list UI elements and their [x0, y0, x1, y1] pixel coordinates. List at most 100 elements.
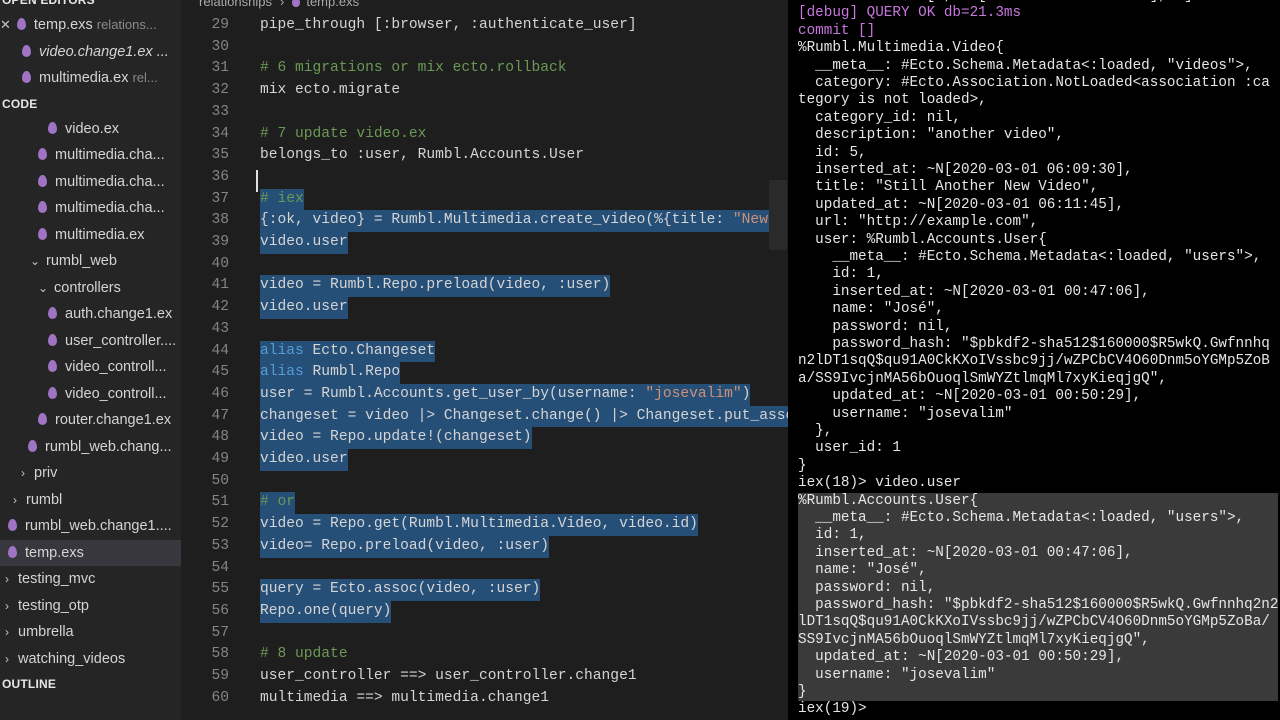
code-line[interactable]: 32 mix ecto.migrate	[181, 80, 788, 102]
elixir-file-icon	[38, 174, 47, 187]
breadcrumb-folder[interactable]: relationships	[199, 0, 272, 9]
breadcrumb-file[interactable]: temp.exs	[306, 0, 359, 9]
code-line[interactable]: 52 video = Repo.get(Rumbl.Multimedia.Vide…	[181, 514, 788, 536]
tree-item[interactable]: › umbrella	[0, 619, 181, 646]
tree-item[interactable]: router.change1.ex	[0, 407, 181, 434]
tree-item-label: multimedia.ex	[55, 226, 145, 243]
code-line[interactable]: 59 user_controller ==> user_controller.ch…	[181, 666, 788, 688]
chevron-right-icon[interactable]: ›	[8, 487, 22, 514]
code-line[interactable]: 49 video.user	[181, 449, 788, 471]
tree-item[interactable]: › watching_videos	[0, 646, 181, 673]
code-line[interactable]: 54	[181, 558, 788, 580]
code-text: video= Repo.preload(video, :user)	[260, 535, 550, 558]
tree-item-label: auth.change1.ex	[65, 306, 173, 322]
tree-item[interactable]: ⌄ controllers	[0, 275, 181, 302]
code-line[interactable]: 40	[181, 254, 788, 276]
open-editors-header[interactable]: OPEN EDITORS	[0, 0, 181, 12]
code-line[interactable]: 41 video = Rumbl.Repo.preload(video, :use…	[181, 275, 788, 298]
chevron-right-icon[interactable]: ›	[0, 619, 14, 646]
terminal-line: description: "another video",	[798, 127, 1064, 144]
line-number: 34	[211, 125, 229, 142]
code-line[interactable]: 39 video.user	[181, 232, 788, 254]
code-folder-header[interactable]: CODE	[0, 92, 181, 116]
tree-item[interactable]: multimedia.cha...	[0, 195, 181, 222]
outline-header[interactable]: OUTLINE	[0, 672, 181, 696]
code-line[interactable]: 33	[181, 102, 788, 124]
tree-item[interactable]: rumbl_web.chang...	[0, 434, 181, 461]
tree-item[interactable]: ⌄ rumbl_web	[0, 248, 181, 275]
close-icon[interactable]: ✕	[0, 17, 11, 32]
terminal-line: }	[798, 457, 807, 474]
code-comment: # 7 update video.ex	[260, 125, 427, 142]
code-text: mix ecto.migrate	[260, 82, 401, 99]
code-line[interactable]: 44 alias Ecto.Changeset	[181, 340, 788, 363]
open-editor-label: temp.exs	[33, 17, 93, 33]
code-line[interactable]: 55 query = Ecto.assoc(video, :user)	[181, 579, 788, 601]
line-number: 39	[211, 234, 229, 250]
code-line[interactable]: 60 multimedia ==> multimedia.change1	[181, 688, 788, 710]
code-line[interactable]: 30	[181, 37, 788, 59]
code-line[interactable]: 31 # 6 migrations or mix ecto.rollback	[181, 58, 788, 80]
tree-item-label: testing_otp	[18, 597, 89, 614]
code-line[interactable]: 29 pipe_through [:browser, :authenticate_…	[181, 15, 788, 37]
terminal-line: commit []	[798, 22, 876, 39]
code-line[interactable]: 45 alias Rumbl.Repo	[181, 362, 788, 384]
code-line[interactable]: 57	[181, 623, 788, 645]
tree-item[interactable]: auth.change1.ex	[0, 301, 181, 328]
code-comment: # 8 update	[260, 646, 348, 663]
tree-item[interactable]: video_controll...	[0, 381, 181, 408]
tree-item[interactable]: user_controller....	[0, 328, 181, 355]
code-line[interactable]: 50	[181, 471, 788, 493]
open-editor-item[interactable]: ✕ temp.exs relations...	[0, 12, 181, 39]
chevron-right-icon[interactable]: ›	[0, 593, 14, 620]
elixir-file-icon	[22, 71, 31, 83]
terminal-line: updated_at: ~N[2020-03-01 00:50:29],	[798, 649, 1278, 667]
code-line[interactable]: 43	[181, 319, 788, 341]
tree-item-label: temp.exs	[25, 544, 84, 561]
terminal-line: }	[798, 684, 1278, 702]
tree-item[interactable]: › testing_mvc	[0, 566, 181, 593]
tree-item[interactable]: › rumbl	[0, 487, 181, 514]
code-line[interactable]: 36	[181, 167, 788, 189]
code-line[interactable]: 34 # 7 update video.ex	[181, 124, 788, 146]
code-line[interactable]: 56 Repo.one(query)	[181, 600, 788, 623]
code-line[interactable]: 46 user = Rumbl.Accounts.get_user_by(user…	[181, 383, 788, 406]
chevron-down-icon[interactable]: ⌄	[28, 248, 42, 275]
chevron-right-icon[interactable]: ›	[0, 566, 14, 593]
tree-item[interactable]: multimedia.ex	[0, 222, 181, 249]
line-number: 41	[211, 277, 229, 294]
code-line[interactable]: 37 # iex	[181, 188, 788, 211]
code-line[interactable]: 35 belongs_to :user, Rumbl.Accounts.User	[181, 145, 788, 167]
open-editor-path: rel...	[132, 70, 158, 85]
tree-item[interactable]: video_controll...	[0, 354, 181, 381]
tree-item[interactable]: rumbl_web.change1....	[0, 513, 181, 540]
tree-item[interactable]: video.ex	[0, 116, 181, 143]
chevron-right-icon[interactable]: ›	[0, 646, 14, 673]
tree-item-label: video_controll...	[65, 359, 167, 375]
tree-item[interactable]: multimedia.cha...	[0, 169, 181, 196]
tree-item[interactable]: › priv	[0, 460, 181, 487]
chevron-right-icon[interactable]: ›	[16, 460, 30, 487]
tree-item[interactable]: › testing_otp	[0, 593, 181, 620]
code-line[interactable]: 58 # 8 update	[181, 644, 788, 666]
line-number: 51	[211, 494, 229, 511]
terminal-line: category: #Ecto.Association.NotLoaded<as…	[798, 75, 1270, 91]
elixir-file-icon	[22, 44, 31, 57]
code-line[interactable]: 47 changeset = video |> Changeset.change(…	[181, 405, 788, 428]
open-editor-item[interactable]: video.change1.ex ...	[0, 39, 181, 66]
tree-item[interactable]: temp.exs	[0, 539, 181, 566]
line-number: 50	[211, 472, 229, 489]
code-line[interactable]: 48 video = Repo.update!(changeset)	[181, 427, 788, 449]
tree-item[interactable]: multimedia.cha...	[0, 142, 181, 169]
editor-scrollbar[interactable]	[769, 180, 787, 250]
code-editor[interactable]: relationships › temp.exs 29 pipe_through [:…	[181, 0, 788, 720]
code-line[interactable]: 51 # or	[181, 492, 788, 515]
open-editor-item[interactable]: multimedia.ex rel...	[0, 65, 181, 92]
code-line[interactable]: 53 video= Repo.preload(video, :user)	[181, 535, 788, 558]
code-line[interactable]: 38 {:ok, video} = Rumbl.Multimedia.create…	[181, 210, 788, 232]
elixir-file-icon	[38, 413, 47, 425]
chevron-down-icon[interactable]: ⌄	[36, 275, 50, 302]
terminal-line: [debug] QUERY OK db=21.3ms	[798, 5, 1022, 22]
terminal-panel[interactable]: HERE "id" = $3 [1, ~N[2020-03-01 06:11:4…	[788, 0, 1280, 720]
code-line[interactable]: 42 video.user	[181, 297, 788, 319]
